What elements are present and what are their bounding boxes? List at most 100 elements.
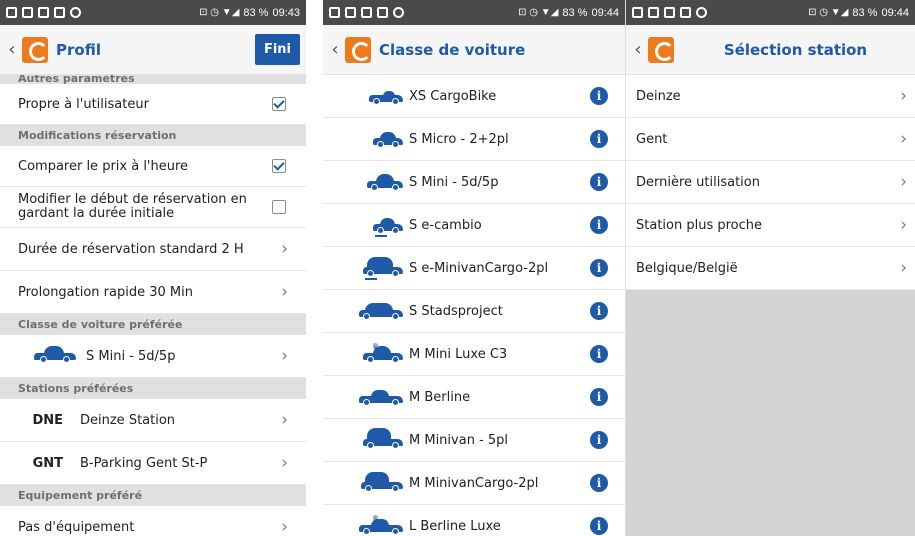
- messenger-icon: [70, 7, 81, 18]
- car-icon: [343, 127, 403, 151]
- cargo-bike-icon: [343, 84, 403, 108]
- car-icon: ♛: [343, 514, 403, 536]
- back-arrow-icon[interactable]: ‹: [632, 39, 644, 60]
- done-button[interactable]: Fini: [254, 34, 300, 65]
- section-classe-preferee: Classe de voiture préférée: [0, 314, 306, 335]
- clock: 09:44: [591, 6, 619, 19]
- image-icon: [648, 7, 659, 18]
- car-class-label: S Micro - 2+2pl: [409, 131, 509, 147]
- cambio-logo: [345, 36, 371, 63]
- preferred-station-1[interactable]: DNE Deinze Station ›: [0, 399, 306, 442]
- section-modifications: Modifications réservation: [0, 125, 306, 146]
- chevron-right-icon: ›: [281, 282, 288, 302]
- image-icon: [6, 7, 17, 18]
- preferred-equipment[interactable]: Pas d'équipement ›: [0, 506, 306, 536]
- section-autres-parametres: Autres paramètres: [0, 75, 306, 84]
- status-bar: ⊡ ◷ ▼◢ 83 % 09:44: [626, 0, 915, 25]
- info-icon[interactable]: i: [590, 130, 608, 148]
- chevron-right-icon: ›: [281, 346, 288, 366]
- car-class-option[interactable]: S Micro - 2+2pl i: [323, 118, 625, 161]
- status-indicators-icon: ⊡ ◷ ▼◢: [518, 7, 559, 18]
- car-class-option[interactable]: S Mini - 5d/5p i: [323, 161, 625, 204]
- station-option-label: Station plus proche: [636, 217, 763, 233]
- station-option-list: Deinze › Gent › Dernière utilisation › Station…: [626, 75, 915, 290]
- chevron-right-icon: ›: [900, 172, 907, 192]
- setting-propre-utilisateur[interactable]: Propre à l'utilisateur: [0, 84, 306, 125]
- car-class-label: M MinivanCargo-2pl: [409, 475, 539, 491]
- empty-area: [626, 290, 915, 536]
- setting-label: Modifier le début de réservation en gard…: [18, 192, 247, 221]
- setting-prolongation[interactable]: Prolongation rapide 30 Min ›: [0, 271, 306, 314]
- car-class-option[interactable]: M MinivanCargo-2pl i: [323, 462, 625, 505]
- setting-duree-standard[interactable]: Durée de réservation standard 2 H ›: [0, 228, 306, 271]
- station-option-label: Belgique/België: [636, 260, 738, 276]
- battery-level: 83 %: [562, 6, 588, 19]
- chevron-right-icon: ›: [900, 258, 907, 278]
- station-option[interactable]: Deinze ›: [626, 75, 915, 118]
- messenger-icon: [696, 7, 707, 18]
- info-icon[interactable]: i: [590, 173, 608, 191]
- car-icon: [34, 346, 76, 364]
- car-class-screen: ⊡ ◷ ▼◢ 83 % 09:44 ‹ Classe de voiture XS…: [323, 0, 625, 536]
- car-icon: [343, 471, 403, 495]
- info-icon[interactable]: i: [590, 388, 608, 406]
- chevron-right-icon: ›: [900, 129, 907, 149]
- section-stations-preferees: Stations préférées: [0, 378, 306, 399]
- info-icon[interactable]: i: [590, 431, 608, 449]
- car-class-option[interactable]: S e-MinivanCargo-2pl i: [323, 247, 625, 290]
- car-class-option[interactable]: ♛ L Berline Luxe i: [323, 505, 625, 536]
- messenger-icon: [393, 7, 404, 18]
- equipment-label: Pas d'équipement: [18, 519, 135, 535]
- cambio-logo: [22, 36, 48, 63]
- car-class-option[interactable]: M Berline i: [323, 376, 625, 419]
- header: ‹ Profil Fini: [0, 25, 306, 75]
- back-arrow-icon[interactable]: ‹: [6, 39, 18, 60]
- car-class-label: S e-MinivanCargo-2pl: [409, 260, 549, 276]
- car-class-label: M Mini Luxe C3: [409, 346, 508, 362]
- station-option[interactable]: Belgique/België ›: [626, 247, 915, 290]
- station-option[interactable]: Dernière utilisation ›: [626, 161, 915, 204]
- info-icon[interactable]: i: [590, 517, 608, 535]
- station-option[interactable]: Gent ›: [626, 118, 915, 161]
- back-arrow-icon[interactable]: ‹: [329, 39, 341, 60]
- station-option-label: Deinze: [636, 88, 681, 104]
- car-class-option[interactable]: ♛ M Mini Luxe C3 i: [323, 333, 625, 376]
- car-class-option[interactable]: XS CargoBike i: [323, 75, 625, 118]
- battery-level: 83 %: [243, 6, 269, 19]
- checkbox-propre[interactable]: [272, 97, 286, 111]
- info-icon[interactable]: i: [590, 302, 608, 320]
- info-icon[interactable]: i: [590, 345, 608, 363]
- setting-modifier-debut[interactable]: Modifier le début de réservation en gard…: [0, 187, 306, 228]
- panel-gap: [306, 0, 323, 536]
- image-icon: [22, 7, 33, 18]
- chevron-right-icon: ›: [900, 215, 907, 235]
- car-class-label: XS CargoBike: [409, 88, 497, 104]
- chevron-right-icon: ›: [281, 410, 288, 430]
- preferred-car-label: S Mini - 5d/5p: [86, 348, 176, 364]
- station-code: DNE: [32, 412, 63, 428]
- station-option[interactable]: Station plus proche ›: [626, 204, 915, 247]
- car-class-label: M Minivan - 5pl: [409, 432, 509, 448]
- car-class-option[interactable]: S e-cambio i: [323, 204, 625, 247]
- preferred-car-class[interactable]: S Mini - 5d/5p ›: [0, 335, 306, 378]
- setting-label: Durée de réservation standard 2 H: [18, 241, 244, 257]
- car-class-option[interactable]: S Stadsproject i: [323, 290, 625, 333]
- status-bar: ⊡ ◷ ▼◢ 83 % 09:44: [323, 0, 625, 25]
- checkbox-modifier[interactable]: [272, 200, 286, 214]
- station-code: GNT: [32, 455, 63, 471]
- status-indicators-icon: ⊡ ◷ ▼◢: [199, 7, 240, 18]
- page-title: Profil: [56, 40, 101, 59]
- chevron-right-icon: ›: [281, 453, 288, 473]
- info-icon[interactable]: i: [590, 216, 608, 234]
- image-icon: [377, 7, 388, 18]
- car-class-option[interactable]: M Minivan - 5pl i: [323, 419, 625, 462]
- info-icon[interactable]: i: [590, 474, 608, 492]
- info-icon[interactable]: i: [590, 259, 608, 277]
- info-icon[interactable]: i: [590, 87, 608, 105]
- preferred-station-2[interactable]: GNT B-Parking Gent St-P ›: [0, 442, 306, 485]
- checkbox-comparer[interactable]: [272, 159, 286, 173]
- clock: 09:43: [272, 6, 300, 19]
- chevron-right-icon: ›: [281, 239, 288, 259]
- battery-level: 83 %: [852, 6, 878, 19]
- setting-comparer-prix[interactable]: Comparer le prix à l'heure: [0, 146, 306, 187]
